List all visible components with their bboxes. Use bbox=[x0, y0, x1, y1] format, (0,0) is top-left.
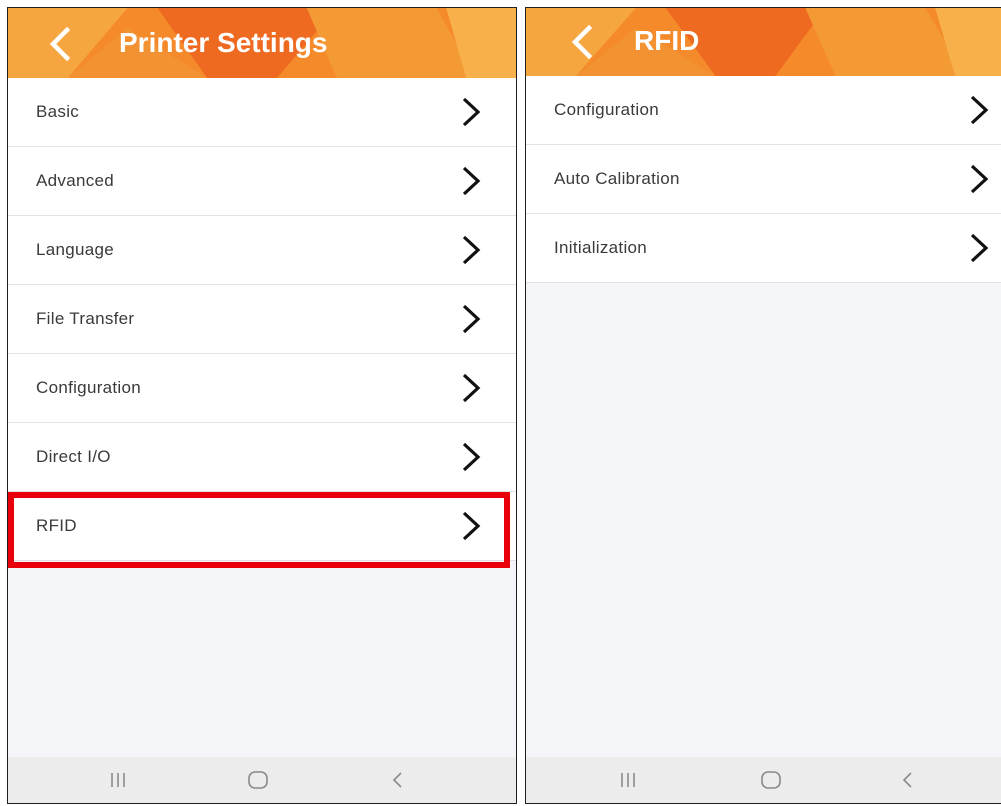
chevron-left-icon bbox=[49, 27, 71, 61]
settings-list: Basic Advanced Language File Transfer Co… bbox=[8, 78, 516, 561]
list-item-initialization[interactable]: Initialization bbox=[526, 214, 1001, 283]
system-nav-bar bbox=[8, 757, 516, 803]
list-item-configuration[interactable]: Configuration bbox=[526, 76, 1001, 145]
chevron-right-icon bbox=[462, 442, 481, 472]
recent-apps-icon bbox=[621, 773, 635, 787]
home-button[interactable] bbox=[228, 757, 288, 803]
printer-settings-screen: Printer Settings Basic Advanced Language… bbox=[7, 7, 517, 804]
list-item-label: Auto Calibration bbox=[554, 169, 680, 188]
recent-apps-button[interactable] bbox=[88, 757, 148, 803]
app-header: Printer Settings bbox=[8, 8, 516, 78]
back-nav-icon bbox=[902, 772, 912, 788]
list-item-label: Basic bbox=[36, 102, 80, 121]
list-item-direct-io[interactable]: Direct I/O bbox=[8, 423, 516, 492]
list-item-label: Initialization bbox=[554, 238, 648, 257]
chevron-right-icon bbox=[970, 95, 989, 125]
list-item-configuration[interactable]: Configuration bbox=[8, 354, 516, 423]
home-icon bbox=[761, 771, 781, 789]
rfid-screen: RFID Configuration Auto Calibration Init… bbox=[525, 7, 1001, 804]
chevron-right-icon bbox=[462, 166, 481, 196]
list-item-rfid[interactable]: RFID bbox=[8, 492, 516, 561]
list-item-label: Direct I/O bbox=[36, 447, 111, 466]
chevron-left-icon bbox=[571, 25, 593, 59]
chevron-right-icon bbox=[970, 164, 989, 194]
list-item-label: Language bbox=[36, 240, 115, 259]
home-button[interactable] bbox=[741, 757, 801, 803]
list-item-file-transfer[interactable]: File Transfer bbox=[8, 285, 516, 354]
list-item-label: Advanced bbox=[36, 171, 115, 190]
list-item-auto-calibration[interactable]: Auto Calibration bbox=[526, 145, 1001, 214]
list-item-label: File Transfer bbox=[36, 309, 135, 328]
back-nav-icon bbox=[392, 772, 402, 788]
system-nav-bar bbox=[526, 757, 1001, 803]
chevron-right-icon bbox=[970, 233, 989, 263]
app-header: RFID bbox=[526, 8, 1001, 76]
chevron-right-icon bbox=[462, 304, 481, 334]
list-item-label: Configuration bbox=[554, 100, 660, 119]
back-nav-button[interactable] bbox=[878, 757, 938, 803]
home-icon bbox=[248, 771, 268, 789]
page-title: Printer Settings bbox=[119, 27, 328, 58]
list-item-basic[interactable]: Basic bbox=[8, 78, 516, 147]
list-item-label: RFID bbox=[36, 516, 77, 535]
back-button[interactable] bbox=[560, 20, 604, 64]
list-item-advanced[interactable]: Advanced bbox=[8, 147, 516, 216]
list-item-language[interactable]: Language bbox=[8, 216, 516, 285]
rfid-settings-list: Configuration Auto Calibration Initializ… bbox=[526, 76, 1001, 283]
back-nav-button[interactable] bbox=[368, 757, 428, 803]
chevron-right-icon bbox=[462, 235, 481, 265]
chevron-right-icon bbox=[462, 373, 481, 403]
page-title: RFID bbox=[634, 25, 700, 56]
back-button[interactable] bbox=[38, 22, 82, 66]
chevron-right-icon bbox=[462, 97, 481, 127]
recent-apps-icon bbox=[111, 773, 125, 787]
chevron-right-icon bbox=[462, 511, 481, 541]
recent-apps-button[interactable] bbox=[598, 757, 658, 803]
list-item-label: Configuration bbox=[36, 378, 142, 397]
